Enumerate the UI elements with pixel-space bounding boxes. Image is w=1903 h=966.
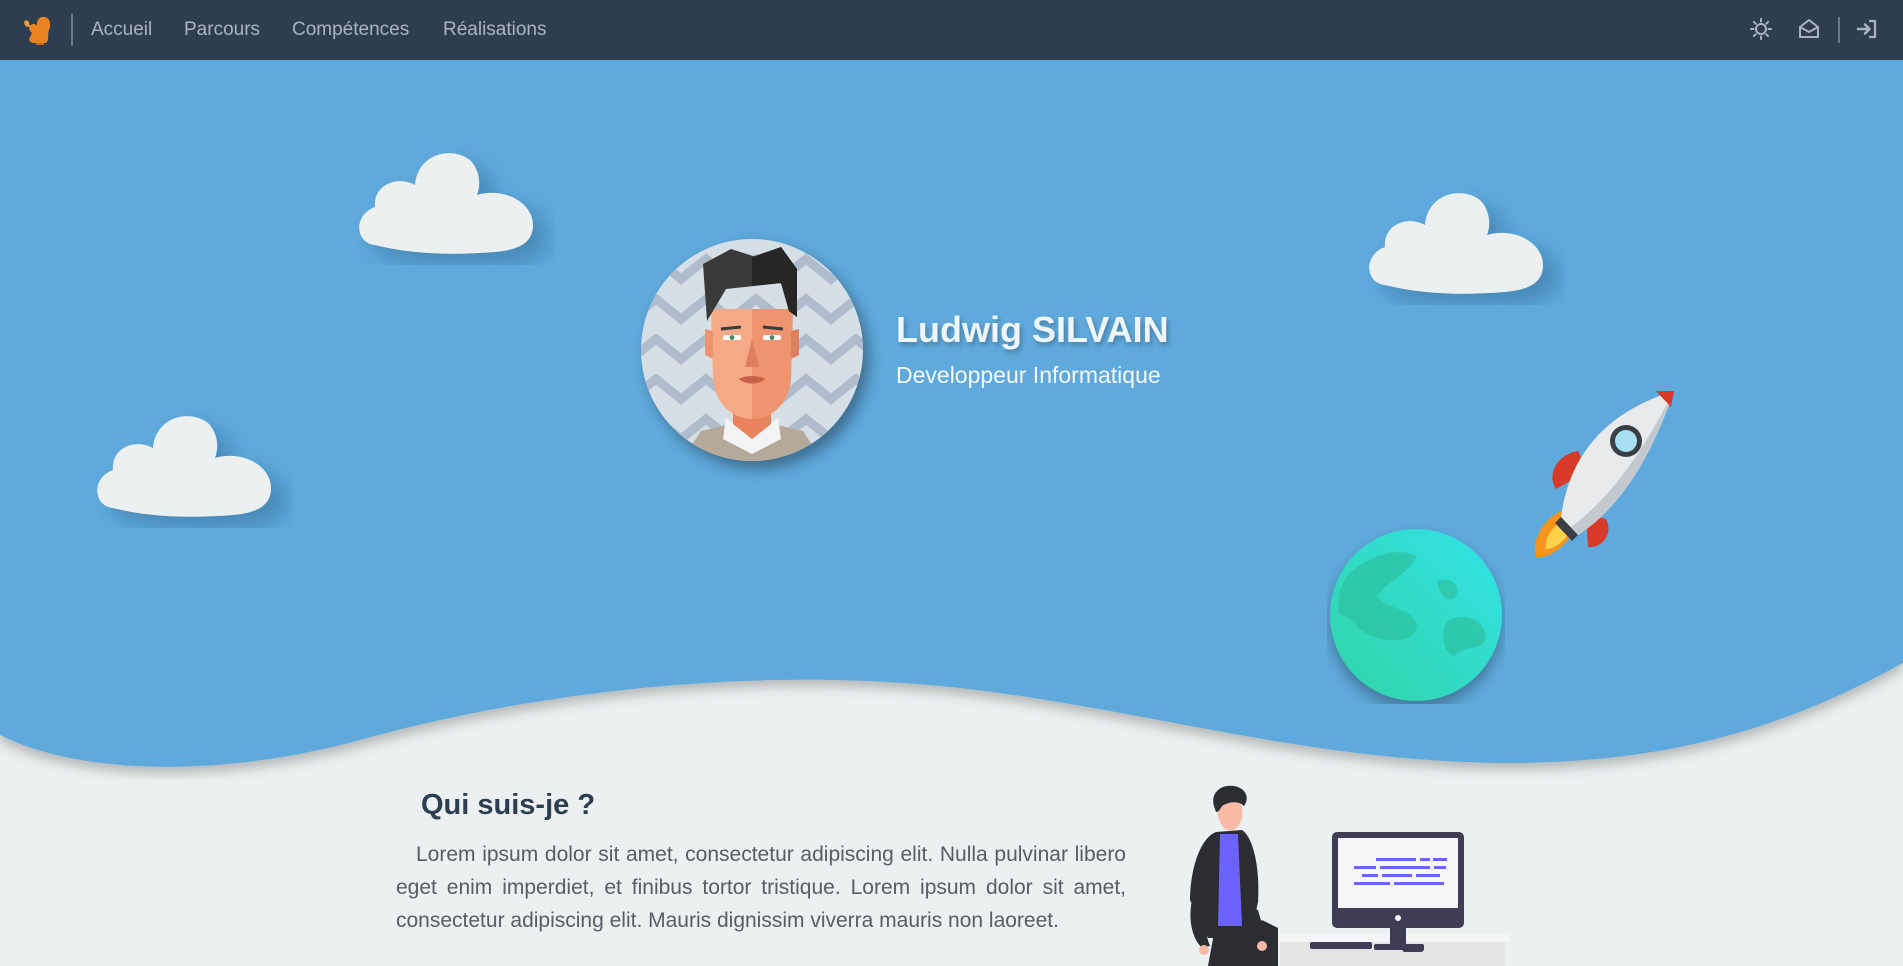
developer-illustration-icon	[1190, 785, 1510, 966]
nav-link-realisations[interactable]: Réalisations	[443, 19, 547, 41]
nav-link-accueil[interactable]: Accueil	[91, 19, 152, 41]
cloud-icon	[1369, 193, 1543, 294]
hero-name: Ludwig SILVAIN	[896, 309, 1169, 350]
globe-icon	[1330, 529, 1502, 701]
navbar: Accueil Parcours Compétences Réalisation…	[0, 0, 1903, 60]
avatar-portrait-icon	[641, 239, 863, 461]
theme-toggle-icon[interactable]	[1749, 17, 1773, 41]
avatar	[641, 239, 863, 461]
rocket-icon	[1534, 391, 1674, 558]
about-text: Lorem ipsum dolor sit amet, consectetur …	[396, 843, 1126, 932]
nav-divider	[71, 14, 73, 46]
nav-link-competences[interactable]: Compétences	[292, 19, 409, 41]
about-title: Qui suis-je ?	[421, 789, 596, 821]
nav-divider	[1838, 17, 1840, 43]
cloud-icon	[359, 153, 533, 254]
hero-section: Ludwig SILVAIN Developpeur Informatique	[0, 60, 1903, 780]
mail-icon[interactable]	[1797, 17, 1821, 41]
cloud-icon	[97, 416, 271, 517]
nav-link-parcours[interactable]: Parcours	[184, 19, 260, 41]
login-icon[interactable]	[1855, 17, 1879, 41]
hero-subtitle: Developpeur Informatique	[896, 362, 1161, 388]
squirrel-logo-icon[interactable]	[22, 13, 52, 47]
